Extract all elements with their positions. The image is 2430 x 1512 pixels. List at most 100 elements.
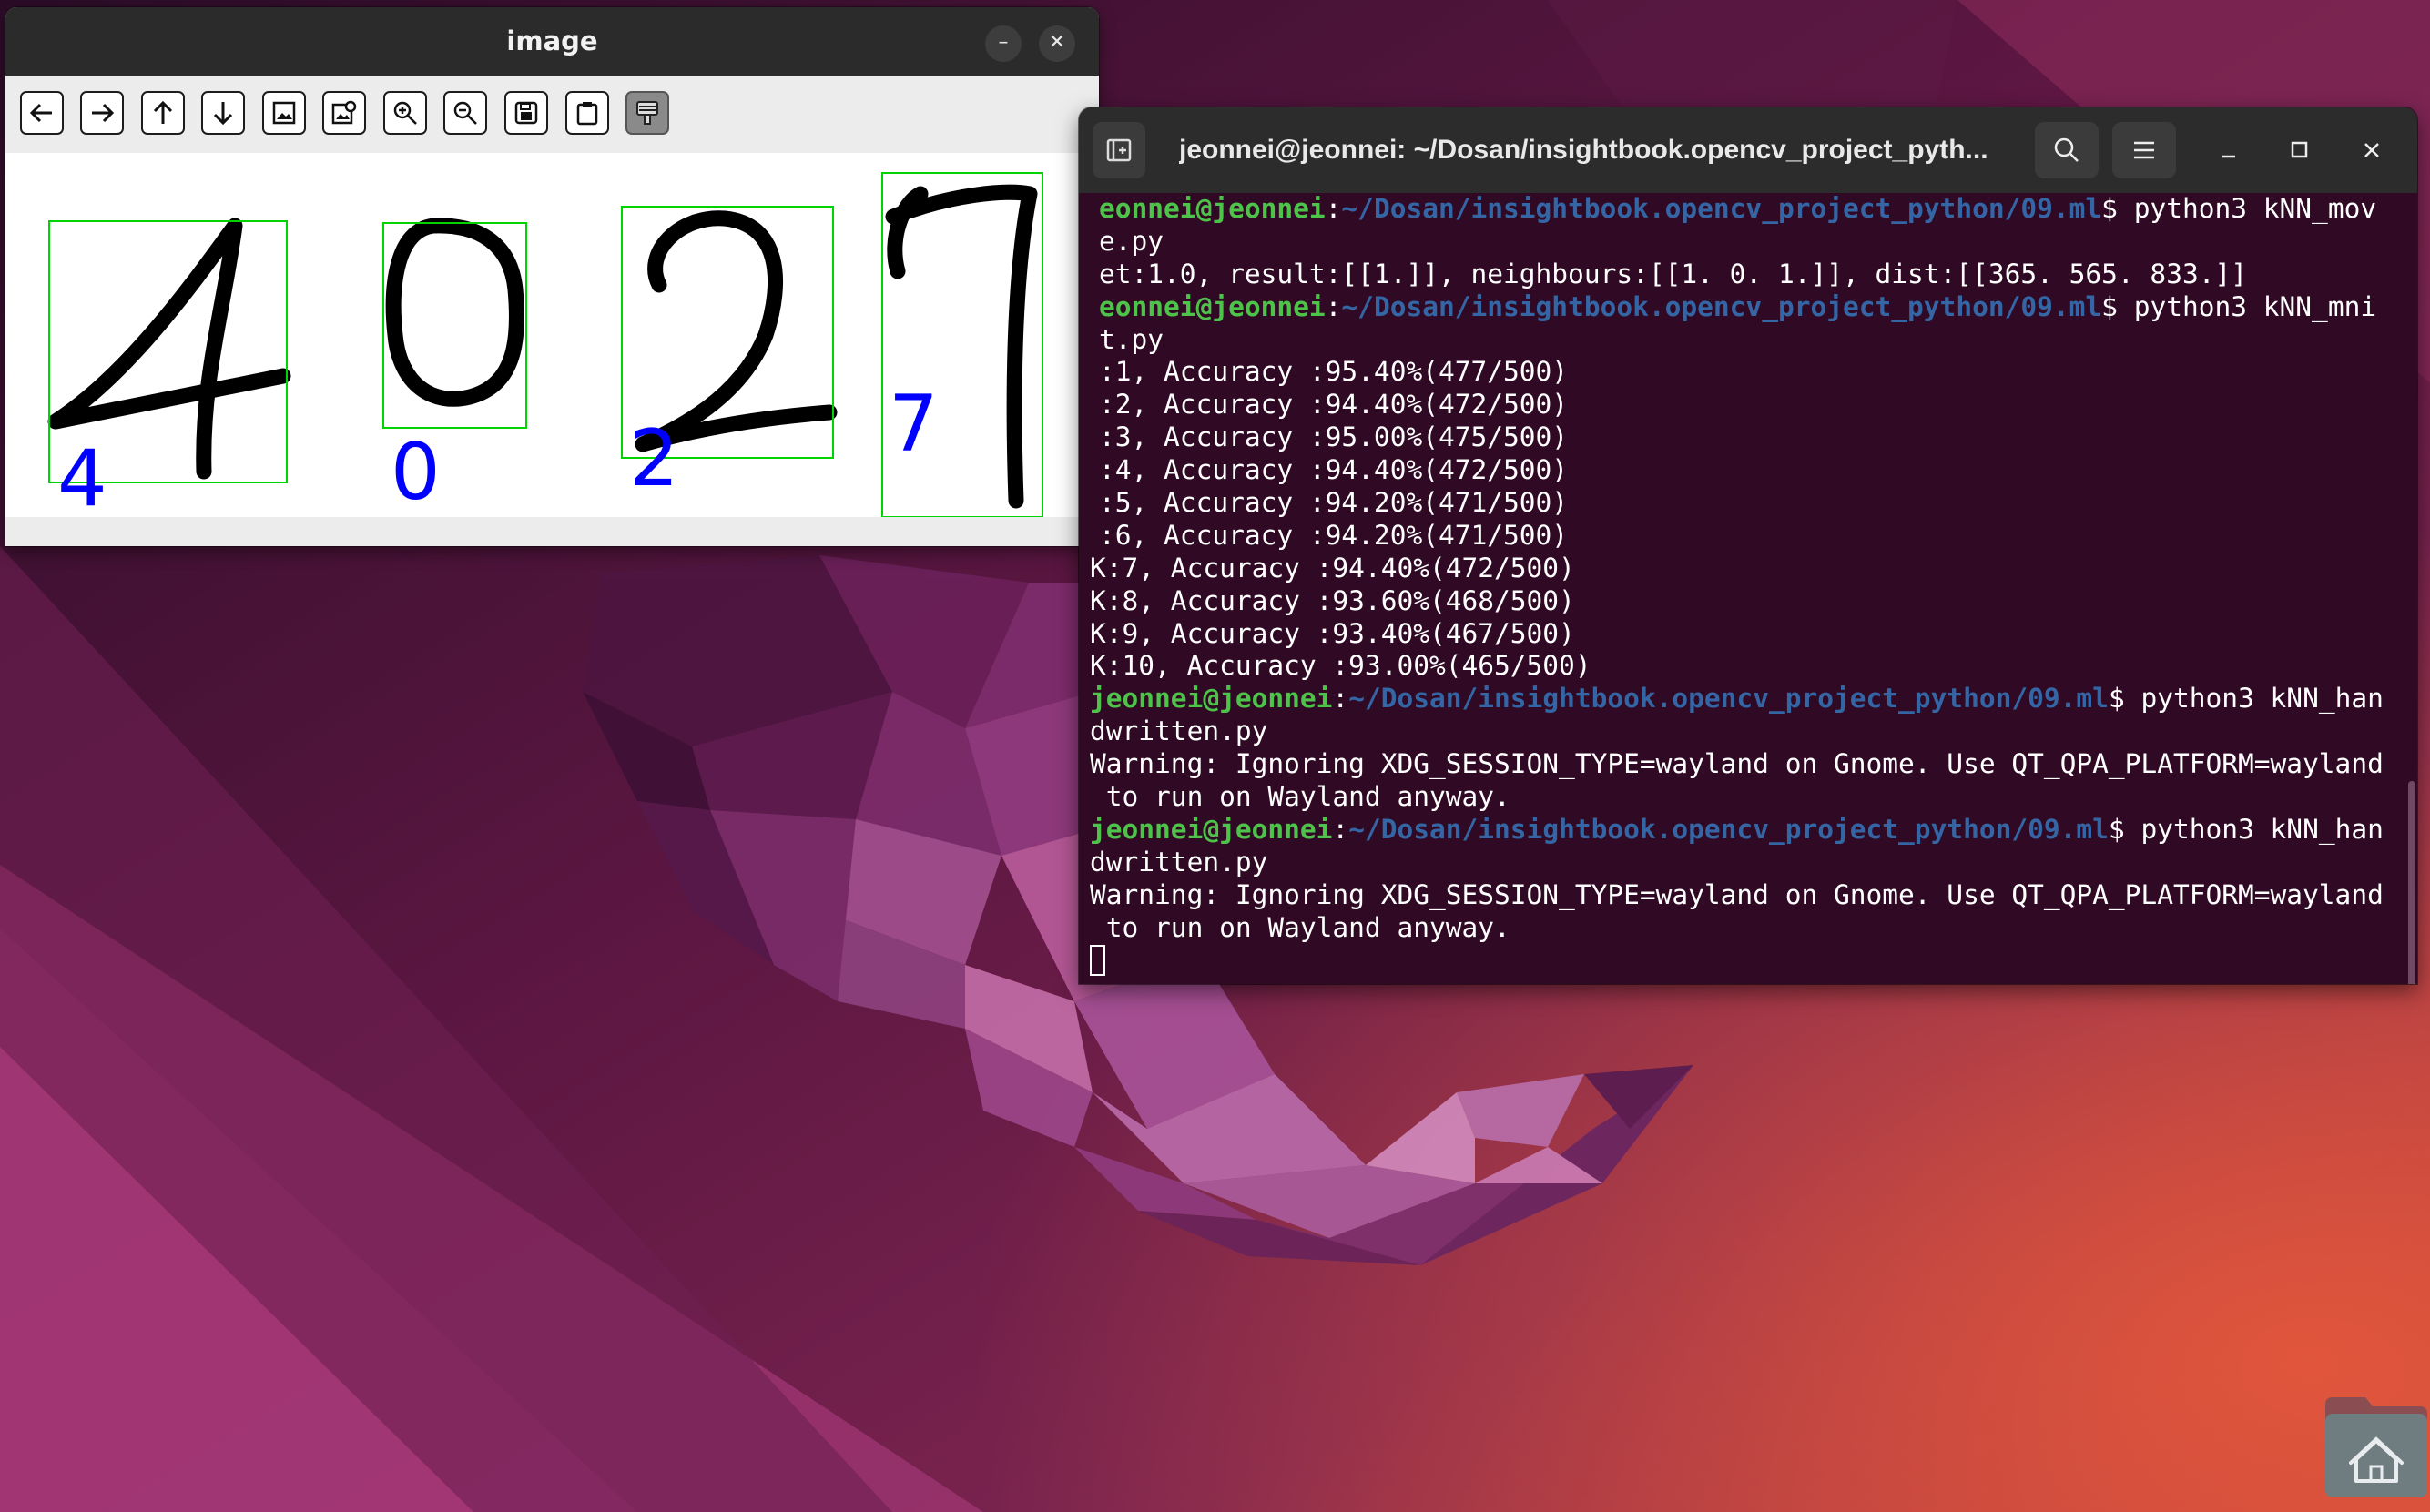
- terminal-output-line: :3, Accuracy :95.00%(475/500): [1079, 421, 2408, 454]
- save-button[interactable]: [504, 91, 548, 135]
- prompt-command: $ python3 kNN_han: [2108, 683, 2384, 715]
- prompt-user: eonnei@jeonnei: [1099, 290, 1326, 322]
- home-folder-icon[interactable]: [2320, 1388, 2430, 1497]
- minimize-icon: [2222, 155, 2235, 158]
- pan-down-button[interactable]: [201, 91, 245, 135]
- output-text: :6, Accuracy :94.20%(471/500): [1099, 519, 1569, 551]
- output-text: K:10, Accuracy :93.00%(465/500): [1090, 650, 1591, 682]
- terminal-output[interactable]: eonnei@jeonnei:~/Dosan/insightbook.openc…: [1079, 193, 2408, 984]
- terminal-output-line: to run on Wayland anyway.: [1079, 781, 2408, 814]
- close-button[interactable]: [2351, 129, 2393, 171]
- terminal-titlebar[interactable]: jeonnei@jeonnei: ~/Dosan/insightbook.ope…: [1079, 107, 2417, 193]
- terminal-output-line: :1, Accuracy :95.40%(477/500): [1079, 356, 2408, 389]
- prompt-separator: :: [1325, 193, 1342, 224]
- output-text: :5, Accuracy :94.20%(471/500): [1099, 487, 1569, 519]
- minimize-button[interactable]: [2208, 129, 2250, 171]
- image-window: image – ✕ 4 0 2 7: [5, 7, 1099, 546]
- minimize-button[interactable]: –: [985, 25, 1022, 62]
- image-toolbar: [5, 76, 1099, 153]
- terminal-prompt-line: eonnei@jeonnei:~/Dosan/insightbook.openc…: [1079, 291, 2408, 324]
- zoom-fit-button[interactable]: [262, 91, 306, 135]
- pan-down-icon: [213, 102, 233, 126]
- output-text: :1, Accuracy :95.40%(477/500): [1099, 356, 1569, 388]
- terminal-output-line: K:9, Accuracy :93.40%(467/500): [1079, 618, 2408, 651]
- output-text: t.py: [1099, 323, 1164, 355]
- zoom-original-button[interactable]: [322, 91, 366, 135]
- image-window-title: image: [506, 25, 598, 56]
- terminal-output-line: dwritten.py: [1079, 847, 2408, 879]
- copy-clipboard-icon: [576, 102, 598, 126]
- close-button[interactable]: ✕: [1039, 25, 1075, 62]
- terminal-output-line: t.py: [1079, 324, 2408, 357]
- pan-left-button[interactable]: [20, 91, 64, 135]
- output-text: :3, Accuracy :95.00%(475/500): [1099, 421, 1569, 453]
- maximize-button[interactable]: [2279, 129, 2321, 171]
- close-icon: ✕: [1048, 31, 1066, 54]
- terminal-output-line: :5, Accuracy :94.20%(471/500): [1079, 487, 2408, 520]
- output-text: Warning: Ignoring XDG_SESSION_TYPE=wayla…: [1090, 878, 2384, 910]
- prompt-user: jeonnei@jeonnei: [1090, 683, 1333, 715]
- terminal-output-line: Warning: Ignoring XDG_SESSION_TYPE=wayla…: [1079, 879, 2408, 912]
- pan-up-icon: [153, 100, 173, 124]
- terminal-output-line: K:7, Accuracy :94.40%(472/500): [1079, 553, 2408, 585]
- zoom-out-button[interactable]: [443, 91, 487, 135]
- zoom-fit-icon: [272, 101, 296, 125]
- terminal-title: jeonnei@jeonnei: ~/Dosan/insightbook.ope…: [1179, 135, 1988, 165]
- new-tab-icon: [1106, 138, 1132, 162]
- terminal-cursor: [1090, 945, 1105, 977]
- terminal-output-line: :2, Accuracy :94.40%(472/500): [1079, 389, 2408, 421]
- maximize-icon: [2291, 141, 2308, 158]
- properties-icon: [636, 101, 658, 125]
- terminal-output-line: K:10, Accuracy :93.00%(465/500): [1079, 650, 2408, 683]
- zoom-original-icon: [331, 100, 357, 125]
- pan-right-button[interactable]: [80, 91, 124, 135]
- digit-2-stroke: [635, 210, 838, 452]
- prompt-path: ~/Dosan/insightbook.opencv_project_pytho…: [1341, 193, 2102, 224]
- terminal-output-line: to run on Wayland anyway.: [1079, 912, 2408, 945]
- prompt-separator: :: [1332, 683, 1349, 715]
- image-canvas[interactable]: 4 0 2 7: [5, 153, 1099, 524]
- prompt-command: $ python3 kNN_han: [2108, 813, 2384, 845]
- output-text: e.py: [1099, 225, 1164, 257]
- prompt-command: $ python3 kNN_mov: [2101, 193, 2377, 224]
- hamburger-menu-icon: [2134, 141, 2154, 159]
- terminal-output-line: et:1.0, result:[[1.]], neighbours:[[1. 0…: [1079, 259, 2408, 291]
- copy-clipboard-button[interactable]: [565, 91, 609, 135]
- output-text: dwritten.py: [1090, 715, 1268, 747]
- zoom-in-icon: [393, 101, 417, 125]
- terminal-output-line: Warning: Ignoring XDG_SESSION_TYPE=wayla…: [1079, 748, 2408, 781]
- pan-up-button[interactable]: [141, 91, 185, 135]
- terminal-output-line: e.py: [1079, 226, 2408, 259]
- output-text: K:7, Accuracy :94.40%(472/500): [1090, 552, 1575, 583]
- terminal-window: jeonnei@jeonnei: ~/Dosan/insightbook.ope…: [1079, 107, 2417, 984]
- zoom-in-button[interactable]: [383, 91, 427, 135]
- image-window-titlebar[interactable]: image – ✕: [5, 7, 1099, 76]
- search-icon: [2054, 137, 2079, 162]
- menu-button[interactable]: [2112, 122, 2176, 178]
- output-text: K:8, Accuracy :93.60%(468/500): [1090, 584, 1575, 616]
- pan-left-icon: [29, 103, 52, 123]
- terminal-output-line: K:8, Accuracy :93.60%(468/500): [1079, 585, 2408, 618]
- output-text: to run on Wayland anyway.: [1090, 911, 1510, 943]
- prompt-path: ~/Dosan/insightbook.opencv_project_pytho…: [1348, 813, 2109, 845]
- prompt-user: eonnei@jeonnei: [1099, 193, 1326, 224]
- predicted-label: 4: [57, 433, 107, 517]
- output-text: K:9, Accuracy :93.40%(467/500): [1090, 617, 1575, 649]
- terminal-output-line: :6, Accuracy :94.20%(471/500): [1079, 520, 2408, 553]
- output-text: et:1.0, result:[[1.]], neighbours:[[1. 0…: [1099, 258, 2247, 289]
- terminal-prompt-line: jeonnei@jeonnei:~/Dosan/insightbook.open…: [1079, 814, 2408, 847]
- zoom-out-icon: [453, 101, 477, 125]
- close-icon: [2364, 143, 2379, 157]
- home-folder-graphic: [2325, 1397, 2427, 1497]
- pan-right-icon: [92, 103, 115, 123]
- terminal-prompt-line: eonnei@jeonnei:~/Dosan/insightbook.openc…: [1079, 193, 2408, 226]
- prompt-user: jeonnei@jeonnei: [1090, 813, 1333, 845]
- properties-button[interactable]: [625, 91, 669, 135]
- handwritten-digits-image: 4 0 2 7: [47, 172, 1043, 524]
- output-text: :2, Accuracy :94.40%(472/500): [1099, 389, 1569, 421]
- new-tab-button[interactable]: [1093, 122, 1145, 178]
- search-button[interactable]: [2035, 122, 2099, 178]
- predicted-label: 2: [629, 413, 679, 504]
- prompt-command: $ python3 kNN_mni: [2101, 290, 2377, 322]
- terminal-scrollbar[interactable]: [2408, 781, 2415, 984]
